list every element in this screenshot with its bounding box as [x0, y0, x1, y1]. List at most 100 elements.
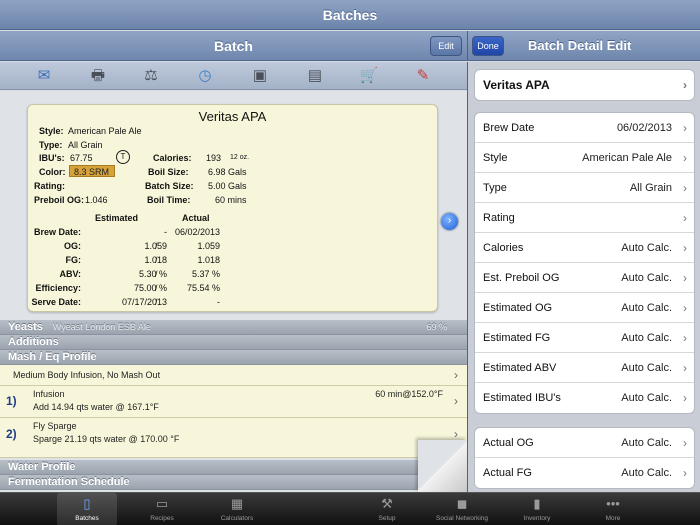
stat-actual: 1.059 [197, 241, 220, 251]
tab-batches[interactable]: ▯ Batches [57, 493, 117, 525]
stat-separator: / [155, 283, 158, 293]
detail-row[interactable]: Brew Date 06/02/2013 › [475, 113, 694, 143]
mash-step-row[interactable]: 1) Infusion Add 14.94 qts water @ 167.1°… [0, 386, 467, 418]
stat-separator: / [155, 297, 158, 307]
detail-row[interactable]: Estimated IBU's Auto Calc. › [475, 383, 694, 413]
chevron-right-icon: › [454, 368, 458, 382]
preboil-og-value: 1.046 [85, 195, 108, 205]
actual-header: Actual [182, 213, 210, 223]
app-title: Batches [322, 7, 378, 23]
section-yeasts[interactable]: Yeasts Wyeast London ESB Ale 69 % [0, 320, 467, 335]
document-icon[interactable]: ▤ [304, 66, 326, 86]
stat-label: ABV: [59, 269, 81, 279]
ibu-label: IBU's: [39, 153, 65, 163]
chevron-right-icon: › [683, 361, 687, 375]
stat-actual: 5.37 % [191, 269, 220, 279]
detail-label: Est. Preboil OG [483, 272, 560, 284]
tab-recipes[interactable]: ▭ Recipes [132, 493, 192, 525]
tab-label: Social Networking [435, 515, 489, 522]
tab-label: More [605, 515, 621, 522]
stat-estimated: 5.30 % [138, 269, 167, 279]
batch-nav-title: Batch [214, 38, 253, 54]
disclosure-arrow-icon[interactable]: › [441, 213, 458, 230]
section-fermentation-schedule[interactable]: Fermentation Schedule [0, 475, 467, 490]
detail-label: Style [483, 152, 508, 164]
detail-value: Auto Calc. [621, 392, 672, 404]
detail-row[interactable]: Calories Auto Calc. › [475, 233, 694, 263]
chevron-right-icon: › [683, 301, 687, 315]
chevron-right-icon: › [683, 241, 687, 255]
detail-row[interactable]: Rating › [475, 203, 694, 233]
timer-icon[interactable]: ◷ [194, 66, 216, 86]
batch-name-row[interactable]: Veritas APA › [475, 70, 694, 100]
tab-label: Calculators [220, 515, 254, 522]
detail-label: Actual FG [483, 467, 532, 479]
fermentation-title: Fermentation Schedule [8, 476, 130, 488]
water-title: Water Profile [8, 461, 76, 473]
edit-button[interactable]: Edit [430, 36, 462, 56]
done-button[interactable]: Done [472, 36, 504, 56]
section-additions[interactable]: Additions [0, 335, 467, 350]
detail-value: Auto Calc. [621, 332, 672, 344]
batch-size-label: Batch Size: [145, 181, 194, 191]
mash-step-row[interactable]: 2) Fly Sparge Sparge 21.19 qts water @ 1… [0, 418, 467, 458]
scale-icon[interactable]: ⚖ [140, 66, 162, 86]
detail-row[interactable]: Style American Pale Ale › [475, 143, 694, 173]
detail-value: Auto Calc. [621, 242, 672, 254]
detail-row[interactable]: Type All Grain › [475, 173, 694, 203]
tab-inventory[interactable]: ▮ Inventory [507, 493, 567, 525]
batch-size-value: 5.00 Gals [208, 181, 247, 191]
clipboard-icon[interactable]: ✎ [412, 66, 434, 86]
tab-social-networking[interactable]: ◼ Social Networking [432, 493, 492, 525]
stat-label: Serve Date: [31, 297, 81, 307]
cart-icon[interactable]: 🛒 [358, 66, 380, 86]
section-mash-profile[interactable]: Mash / Eq Profile [0, 350, 467, 365]
tinseth-formula-icon[interactable]: T [116, 150, 130, 164]
chevron-right-icon: › [683, 121, 687, 135]
tab-bar: ▯ Batches ▭ Recipes ▦ Calculators ⚒ Setu… [0, 492, 700, 525]
boil-size-label: Boil Size: [148, 167, 189, 177]
mash-profile-row[interactable]: Medium Body Infusion, No Mash Out › [0, 365, 467, 386]
stat-label: Brew Date: [33, 227, 81, 237]
color-label: Color: [39, 167, 66, 177]
tab-calculators[interactable]: ▦ Calculators [207, 493, 267, 525]
beer-glass-icon: ▯ [83, 496, 91, 511]
detail-row[interactable]: Estimated ABV Auto Calc. › [475, 353, 694, 383]
calculator-icon: ▦ [230, 496, 244, 511]
chevron-right-icon: › [683, 78, 687, 92]
chevron-right-icon: › [683, 466, 687, 480]
detail-label: Estimated ABV [483, 362, 557, 374]
detail-row[interactable]: Actual OG Auto Calc. › [475, 428, 694, 458]
detail-label: Brew Date [483, 122, 535, 134]
batch-name-field: Veritas APA [483, 78, 550, 92]
stat-actual: - [217, 297, 220, 307]
tab-setup[interactable]: ⚒ Setup [357, 493, 417, 525]
detail-label: Rating [483, 212, 515, 224]
yeasts-title: Yeasts [8, 321, 43, 333]
stat-estimated: 75.00 % [133, 283, 167, 293]
tab-more[interactable]: ••• More [583, 493, 643, 525]
detail-row[interactable]: Est. Preboil OG Auto Calc. › [475, 263, 694, 293]
app-title-bar: Batches [0, 0, 700, 30]
chevron-right-icon: › [683, 181, 687, 195]
detail-label: Actual OG [483, 437, 534, 449]
detail-row[interactable]: Estimated OG Auto Calc. › [475, 293, 694, 323]
yeasts-pct-ghost: 69 % [426, 322, 447, 332]
batch-summary-card: Veritas APA Style: American Pale Ale Typ… [27, 104, 458, 312]
stat-estimated: - [164, 227, 167, 237]
detail-value: Auto Calc. [621, 272, 672, 284]
mash-step-name: Fly Sparge [33, 421, 77, 431]
mail-icon[interactable]: ✉ [33, 66, 55, 86]
detail-row[interactable]: Actual FG Auto Calc. › [475, 458, 694, 488]
page-curl[interactable] [418, 440, 467, 492]
boil-size-value: 6.98 Gals [208, 167, 247, 177]
detail-row[interactable]: Estimated FG Auto Calc. › [475, 323, 694, 353]
stat-label: Efficiency: [35, 283, 81, 293]
chevron-right-icon: › [454, 427, 458, 441]
section-water-profile[interactable]: Water Profile [0, 460, 467, 475]
stat-actual: 06/02/2013 [174, 227, 220, 237]
mash-step-detail: Sparge 21.19 qts water @ 170.00 °F [33, 434, 180, 444]
camera-icon[interactable]: ▣ [249, 66, 271, 86]
print-icon[interactable]: 🖶 [87, 66, 109, 86]
mash-title: Mash / Eq Profile [8, 351, 97, 363]
